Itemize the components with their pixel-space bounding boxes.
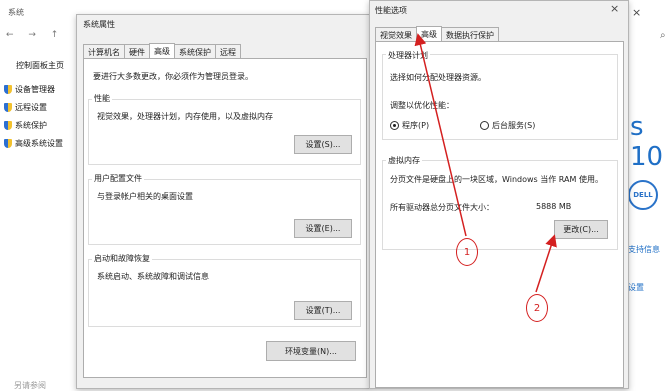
annotation-circle-1: 1 (456, 238, 478, 266)
annotation-arrow-1 (414, 33, 467, 237)
annotation-arrow-2 (535, 234, 557, 293)
annotation-circle-2: 2 (526, 294, 548, 322)
annotation-layer (414, 33, 557, 293)
